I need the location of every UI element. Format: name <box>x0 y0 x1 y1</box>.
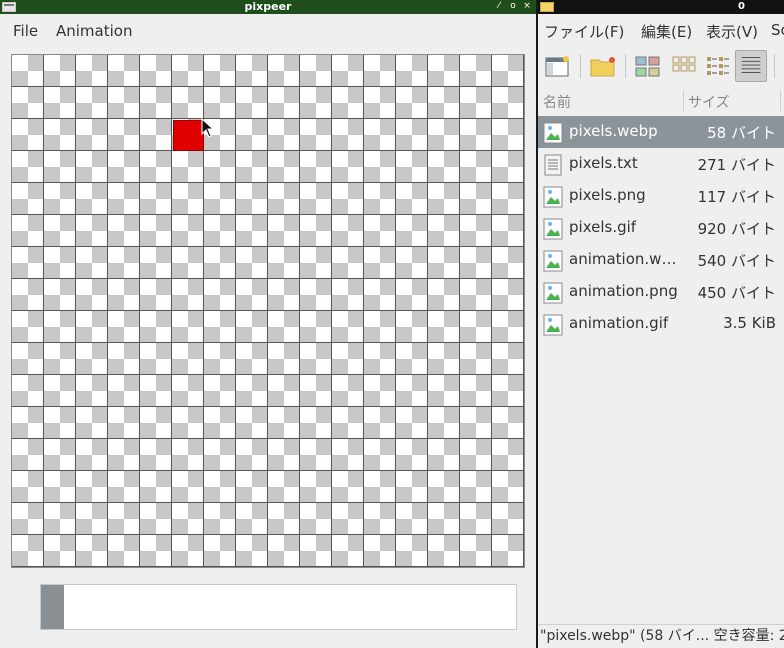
column-size-header[interactable]: サイズ <box>688 92 730 112</box>
menu-file[interactable]: File <box>13 22 38 40</box>
file-row[interactable]: animation.we… 540 バイト <box>538 244 784 276</box>
image-file-icon <box>543 314 563 336</box>
file-manager-window: 0 ファイル(F) 編集(E) 表示(V) Sc <box>538 0 784 648</box>
file-name: pixels.txt <box>569 154 638 172</box>
file-row[interactable]: pixels.png 117 バイト <box>538 180 784 212</box>
file-size: 540 バイト <box>697 252 776 270</box>
file-manager-menubar: ファイル(F) 編集(E) 表示(V) Sc <box>538 14 784 48</box>
color-selector[interactable] <box>40 584 517 630</box>
file-size: 58 バイト <box>707 124 776 142</box>
file-size: 117 バイト <box>697 188 776 206</box>
image-file-icon <box>543 186 563 208</box>
menu-file[interactable]: ファイル(F) <box>544 21 624 42</box>
file-row[interactable]: animation.gif 3.5 KiB <box>538 308 784 340</box>
column-divider[interactable] <box>683 91 684 111</box>
file-size: 920 バイト <box>697 220 776 238</box>
pixel-canvas[interactable] <box>11 54 525 568</box>
menu-view[interactable]: 表示(V) <box>706 21 758 42</box>
column-name-header[interactable]: 名前 <box>543 92 571 112</box>
file-row[interactable]: pixels.txt 271 バイト <box>538 148 784 180</box>
file-row[interactable]: animation.png 450 バイト <box>538 276 784 308</box>
compact-view-icon[interactable] <box>702 50 734 82</box>
minimize-icon[interactable]: o <box>507 0 519 14</box>
maximize-icon[interactable]: ⁄ <box>493 0 505 14</box>
new-folder-icon[interactable] <box>587 50 619 82</box>
window-title: pixpeer <box>244 0 292 13</box>
file-name: animation.we… <box>569 250 681 268</box>
menu-sort[interactable]: Sc <box>771 21 784 39</box>
file-name: pixels.png <box>569 186 646 204</box>
painted-pixel <box>173 120 204 151</box>
image-file-icon <box>543 122 563 144</box>
file-size: 450 バイト <box>697 284 776 302</box>
file-size: 3.5 KiB <box>723 314 776 332</box>
folder-icon <box>540 2 554 12</box>
pixpeer-window: pixpeer ⁄ o × File Animation <box>0 0 536 648</box>
current-color-swatch[interactable] <box>41 585 64 629</box>
icon-view-icon[interactable] <box>668 50 700 82</box>
file-name: pixels.webp <box>569 122 658 140</box>
file-name: pixels.gif <box>569 218 637 236</box>
image-file-icon <box>543 250 563 272</box>
file-name: animation.png <box>569 282 678 300</box>
menu-animation[interactable]: Animation <box>56 22 132 40</box>
column-divider[interactable] <box>780 91 781 111</box>
menubar: File Animation <box>0 14 536 48</box>
detail-view-icon[interactable] <box>735 50 767 82</box>
thumbnail-view-icon[interactable] <box>632 50 664 82</box>
image-file-icon <box>543 282 563 304</box>
status-bar: "pixels.webp" (58 バイ... 空き容量: 2 <box>538 624 784 648</box>
file-manager-titlebar[interactable]: 0 <box>538 0 784 14</box>
toolbar <box>538 46 784 86</box>
file-row[interactable]: pixels.gif 920 バイト <box>538 212 784 244</box>
mouse-cursor-icon <box>201 118 215 138</box>
column-header: 名前 サイズ <box>538 86 784 116</box>
window-title: 0 <box>738 1 745 12</box>
image-file-icon <box>543 218 563 240</box>
file-list: pixels.webp 58 バイト pixels.txt 271 バイト pi… <box>538 116 784 340</box>
close-icon[interactable]: × <box>521 0 533 14</box>
file-row[interactable]: pixels.webp 58 バイト <box>538 116 784 148</box>
pixpeer-titlebar[interactable]: pixpeer ⁄ o × <box>0 0 536 14</box>
text-file-icon <box>544 154 562 176</box>
file-name: animation.gif <box>569 314 669 332</box>
file-size: 271 バイト <box>697 156 776 174</box>
menu-edit[interactable]: 編集(E) <box>641 21 692 42</box>
window-icon[interactable] <box>542 50 574 82</box>
